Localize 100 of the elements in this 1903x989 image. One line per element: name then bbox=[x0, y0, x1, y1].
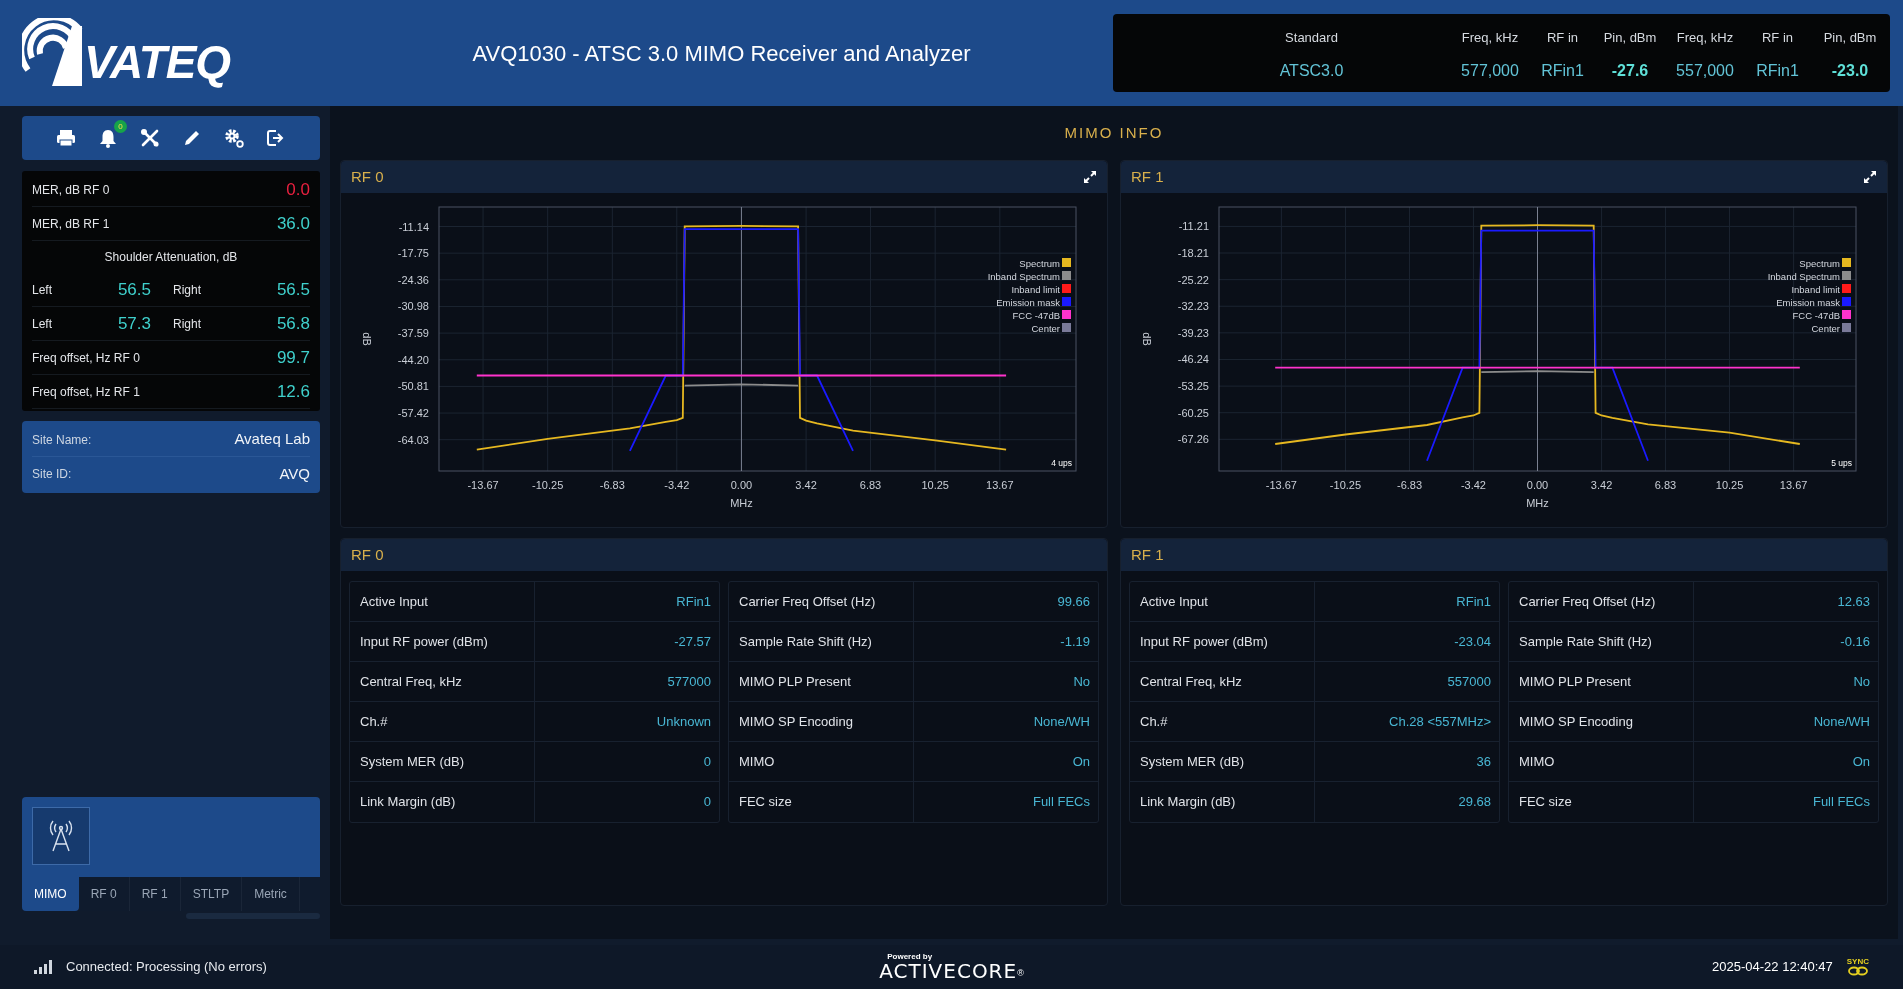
site-label: Site ID: bbox=[32, 466, 72, 483]
table-cell: Central Freq, kHz bbox=[1130, 662, 1315, 701]
legend-label: Emission mask bbox=[996, 297, 1060, 308]
site-label: Site Name: bbox=[32, 431, 92, 449]
metric-label: Right bbox=[173, 315, 201, 333]
axis-tick-label: -6.83 bbox=[599, 479, 625, 491]
legend-label: Spectrum bbox=[1799, 258, 1840, 269]
summary-value: -27.6 bbox=[1610, 61, 1650, 81]
sync-label: SYNC bbox=[1846, 958, 1869, 966]
table-cell: MIMO PLP Present bbox=[1509, 662, 1694, 701]
legend-label: FCC -47dB bbox=[1012, 310, 1060, 321]
axis-title: MHz bbox=[1526, 497, 1549, 509]
axis-tick-label: -24.36 bbox=[397, 273, 429, 286]
table-cell: Link Margin (dB) bbox=[1130, 782, 1315, 822]
column-header: Freq, kHz bbox=[1675, 28, 1735, 47]
axis-tick-label: 0.00 bbox=[1526, 479, 1549, 491]
table-cell-text: -23.04 bbox=[1453, 632, 1492, 651]
table-cell-text: -0.16 bbox=[1839, 632, 1871, 651]
axis-tick-label: -11.14 bbox=[398, 220, 429, 233]
column-header: Pin, dBm bbox=[1602, 28, 1658, 47]
axis-tick-label: -10.25 bbox=[1329, 479, 1362, 491]
table-cell-text: Ch.28 <557MHz> bbox=[1388, 712, 1492, 731]
table-cell: FEC size bbox=[729, 782, 914, 822]
metric-value: 12.6 bbox=[276, 380, 310, 403]
panel-title: RF 0 bbox=[351, 544, 384, 565]
table-cell-text: RFin1 bbox=[1455, 592, 1492, 611]
panel-title: RF 1 bbox=[1131, 166, 1164, 187]
table-cell: Carrier Freq Offset (Hz) bbox=[729, 582, 914, 621]
metric-label: MER, dB RF 0 bbox=[32, 181, 110, 199]
axis-tick-label: -67.26 bbox=[1177, 433, 1209, 446]
date-time: 2025-04-22 12:40:47 bbox=[1712, 958, 1833, 977]
table-cell-text: No bbox=[1852, 672, 1871, 691]
rate-label: 4 ups bbox=[1051, 458, 1072, 468]
axis-title: MHz bbox=[730, 497, 753, 509]
axis-tick-label: 3.42 bbox=[1590, 479, 1613, 491]
section-title: MIMO INFO bbox=[1064, 122, 1164, 143]
axis-tick-label: -30.98 bbox=[397, 300, 429, 313]
axis-tick-label: 10.25 bbox=[1715, 479, 1744, 491]
table-cell-text: RFin1 bbox=[675, 592, 712, 611]
legend-label: Inband limit bbox=[1791, 284, 1840, 295]
table-cell-text: 29.68 bbox=[1457, 793, 1492, 812]
site-value: Avateq Lab bbox=[234, 429, 310, 450]
axis-tick-label: -50.81 bbox=[397, 380, 429, 393]
metric-value: 56.5 bbox=[117, 278, 151, 301]
axis-tick-label: -44.20 bbox=[397, 353, 429, 366]
table-cell-text: 99.66 bbox=[1056, 592, 1091, 611]
nav-tab[interactable]: RF 1 bbox=[129, 877, 181, 911]
axis-tick-label: 3.42 bbox=[795, 479, 817, 491]
axis-tick-label: -13.67 bbox=[1265, 479, 1297, 491]
metric-value: 36.0 bbox=[276, 212, 310, 235]
table-cell: Carrier Freq Offset (Hz) bbox=[1509, 582, 1694, 621]
connection-status: Connected: Processing (No errors) bbox=[66, 958, 267, 977]
table-cell: Sample Rate Shift (Hz) bbox=[729, 622, 914, 661]
table-cell-text: 0 bbox=[702, 793, 712, 812]
axis-tick-label: -60.25 bbox=[1177, 406, 1209, 419]
summary-value: RFin1 bbox=[1540, 61, 1585, 81]
axis-tick-label: -3.42 bbox=[1460, 479, 1486, 491]
nav-tab[interactable]: RF 0 bbox=[78, 877, 130, 911]
column-header: RF in bbox=[1760, 28, 1795, 47]
axis-tick-label: -6.83 bbox=[1397, 479, 1423, 491]
metric-label: Freq offset, Hz RF 1 bbox=[32, 383, 140, 401]
brand-name: ACTIVECORE bbox=[879, 961, 1018, 981]
table-cell-text: 0 bbox=[702, 752, 712, 771]
table-cell-text: Full FECs bbox=[1811, 793, 1871, 812]
table-cell-text: -1.19 bbox=[1059, 632, 1091, 651]
axis-tick-label: -57.42 bbox=[397, 407, 429, 420]
panel-title: RF 1 bbox=[1131, 544, 1164, 565]
nav-tab[interactable]: Metric bbox=[242, 877, 300, 911]
summary-value: 557,000 bbox=[1675, 61, 1735, 81]
table-cell-text: None/WH bbox=[1812, 712, 1871, 731]
site-value: AVQ bbox=[279, 463, 310, 484]
table-cell: System MER (dB) bbox=[1130, 742, 1315, 781]
table-cell: Active Input bbox=[350, 582, 535, 621]
metric-label: Left bbox=[32, 281, 52, 299]
axis-tick-label: -18.21 bbox=[1177, 247, 1209, 259]
table-cell-text: None/WH bbox=[1032, 712, 1091, 731]
powered-by-label: Powered by bbox=[887, 953, 933, 961]
axis-tick-label: -10.25 bbox=[532, 479, 564, 491]
window-title: AVQ1030 - ATSC 3.0 MIMO Receiver and Analyzer bbox=[472, 39, 971, 68]
axis-tick-label: 6.83 bbox=[859, 479, 882, 491]
nav-tab[interactable]: STLTP bbox=[180, 877, 243, 911]
legend-label: Inband limit bbox=[1011, 284, 1060, 295]
axis-title: dB bbox=[1141, 332, 1153, 346]
axis-tick-label: 13.67 bbox=[986, 479, 1014, 491]
axis-tick-label: 10.25 bbox=[921, 479, 949, 491]
legend-label: Spectrum bbox=[1019, 258, 1060, 269]
metric-value: 0.0 bbox=[286, 178, 310, 201]
table-cell: System MER (dB) bbox=[350, 742, 535, 781]
legend-label: Center bbox=[1031, 323, 1060, 334]
axis-tick-label: -3.42 bbox=[664, 479, 690, 491]
table-cell-text: No bbox=[1072, 672, 1091, 691]
table-cell-text: On bbox=[1851, 752, 1871, 771]
axis-tick-label: -46.24 bbox=[1177, 353, 1209, 366]
summary-value: -23.0 bbox=[1830, 61, 1870, 81]
table-cell-text: 12.63 bbox=[1836, 592, 1871, 611]
metric-label: Freq offset, Hz RF 0 bbox=[32, 349, 140, 367]
table-cell: Sample Rate Shift (Hz) bbox=[1509, 622, 1694, 661]
axis-title: dB bbox=[361, 332, 373, 346]
nav-tab[interactable]: MIMO bbox=[22, 877, 79, 911]
metric-value: 56.8 bbox=[276, 312, 310, 335]
